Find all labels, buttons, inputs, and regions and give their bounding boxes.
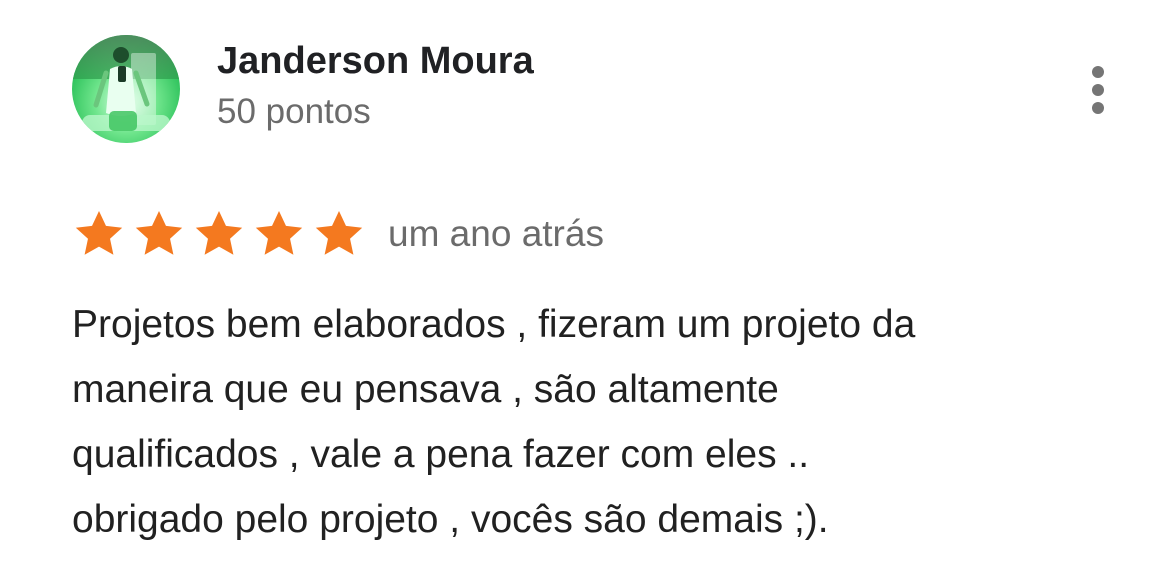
review-text-line: qualificados , vale a pena fazer com ele… — [72, 433, 810, 476]
avatar-photo — [72, 35, 180, 143]
star-icon — [195, 211, 243, 255]
more-vert-icon-dot — [1092, 84, 1104, 96]
more-vert-icon-dot — [1092, 102, 1104, 114]
more-options-button[interactable] — [1076, 58, 1120, 122]
review-text-line: obrigado pelo projeto , vocês são demais… — [72, 498, 829, 541]
review-text-line: maneira que eu pensava , são altamente — [72, 368, 779, 411]
review-text: Projetos bem elaborados , fizeram um pro… — [72, 292, 1112, 552]
review-time: um ano atrás — [388, 213, 604, 254]
rating-row: um ano atrás — [72, 203, 604, 265]
star-icon — [135, 211, 183, 255]
review-card: Janderson Moura 50 pontos um ano atrás P… — [0, 0, 1170, 582]
star-rating — [72, 207, 366, 261]
review-text-line: Projetos bem elaborados , fizeram um pro… — [72, 303, 916, 346]
reviewer-name[interactable]: Janderson Moura — [217, 40, 534, 83]
more-vert-icon-dot — [1092, 66, 1104, 78]
reviewer-points: 50 pontos — [217, 92, 371, 131]
star-icon — [255, 211, 303, 255]
reviewer-avatar[interactable] — [72, 35, 180, 143]
star-icon — [315, 211, 363, 255]
star-icon — [75, 211, 123, 255]
